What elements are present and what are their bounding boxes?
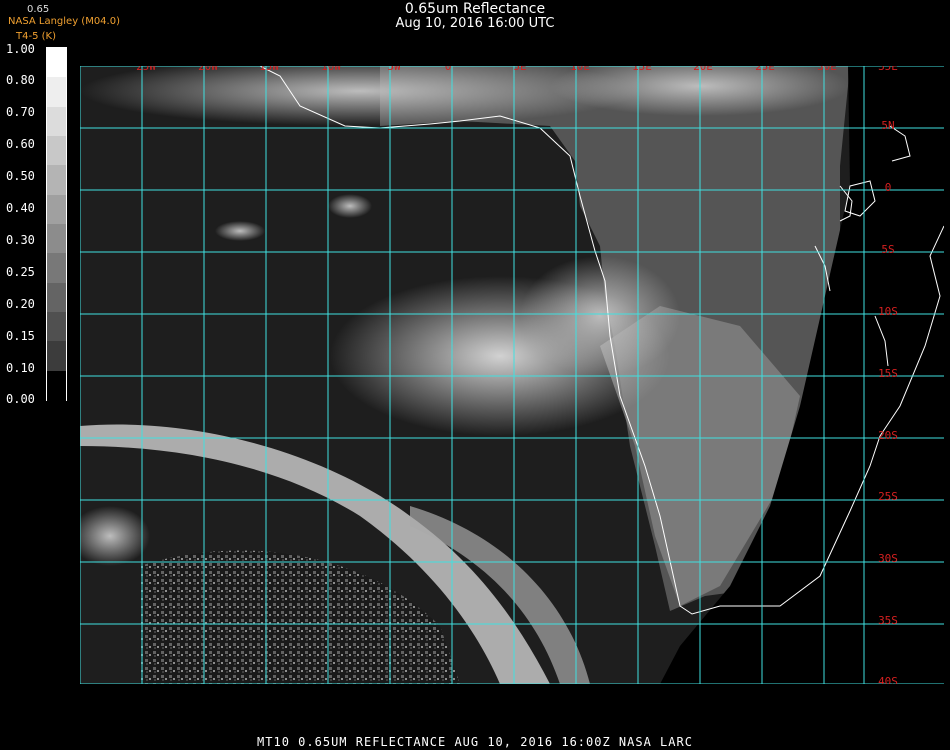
colorbar-tick-label: 0.10 <box>6 361 35 375</box>
latitude-label: 35S <box>878 614 898 627</box>
latitude-label: 35E <box>878 66 898 73</box>
colorbar-segment <box>47 165 66 196</box>
satellite-map: 25W 20W 15W 10W 5W 0 5E 10E 15E 20E 25E 30E 35E 5N 0 5… <box>80 66 944 684</box>
cloud-patch-small <box>328 194 372 218</box>
colorbar-segment <box>47 106 66 137</box>
credit-label: NASA Langley (M04.0) <box>8 16 120 27</box>
colorbar-segment <box>47 341 66 372</box>
latitude-label: 0 <box>885 181 892 194</box>
colorbar-segment <box>47 194 66 225</box>
longitude-label: 15W <box>259 66 279 73</box>
longitude-label: 5E <box>513 66 526 73</box>
stratocumulus-deck-2 <box>520 256 680 376</box>
cloud-patch-small-2 <box>215 221 265 241</box>
colorbar-tick-label: 0.50 <box>6 169 35 183</box>
latitude-label: 10S <box>878 305 898 318</box>
colorbar-tick-label: 0.25 <box>6 265 35 279</box>
longitude-label: 25W <box>136 66 156 73</box>
longitude-label: 10E <box>570 66 590 73</box>
longitude-label: 0 <box>445 66 452 73</box>
longitude-label: 20E <box>693 66 713 73</box>
product-title: 0.65um Reflectance <box>404 1 546 17</box>
colorbar-tick-label: 0.70 <box>6 105 35 119</box>
colorbar-segment <box>47 136 66 167</box>
longitude-label: 30E <box>817 66 837 73</box>
colorbar-segment <box>47 48 66 79</box>
latitude-label: 30S <box>878 552 898 565</box>
longitude-label: 5W <box>387 66 401 73</box>
colorbar-segment <box>47 224 66 255</box>
latitude-label: 40S <box>878 675 898 684</box>
colorbar-segment <box>47 312 66 343</box>
latitude-label: 20S <box>878 429 898 442</box>
colorbar-tick-label: 0.00 <box>6 392 35 406</box>
latitude-label: 25S <box>878 490 898 503</box>
footer-caption: MT10 0.65UM REFLECTANCE AUG 10, 2016 16:… <box>257 735 693 749</box>
latitude-label: 15S <box>878 367 898 380</box>
longitude-label: 25E <box>755 66 775 73</box>
credit-sub-label: T4-5 (K) <box>16 31 56 42</box>
latitude-label: 5S <box>881 243 894 256</box>
colorbar-tick-label: 0.80 <box>6 73 35 87</box>
longitude-label: 15E <box>632 66 652 73</box>
colorbar-segment <box>47 282 66 313</box>
colorbar-tick-label: 0.20 <box>6 297 35 311</box>
product-timestamp: Aug 10, 2016 16:00 UTC <box>395 16 555 31</box>
band-label: 0.65 <box>27 4 50 15</box>
colorbar-segment <box>47 77 66 108</box>
colorbar-segment <box>47 370 66 401</box>
colorbar-tick-label: 1.00 <box>6 42 35 56</box>
colorbar-tick-label: 0.15 <box>6 329 35 343</box>
colorbar <box>46 47 67 401</box>
colorbar-tick-label: 0.40 <box>6 201 35 215</box>
colorbar-segment <box>47 253 66 284</box>
latitude-label: 5N <box>881 119 894 132</box>
colorbar-tick-label: 0.60 <box>6 137 35 151</box>
longitude-label: 10W <box>321 66 341 73</box>
longitude-label: 20W <box>198 66 218 73</box>
colorbar-tick-label: 0.30 <box>6 233 35 247</box>
